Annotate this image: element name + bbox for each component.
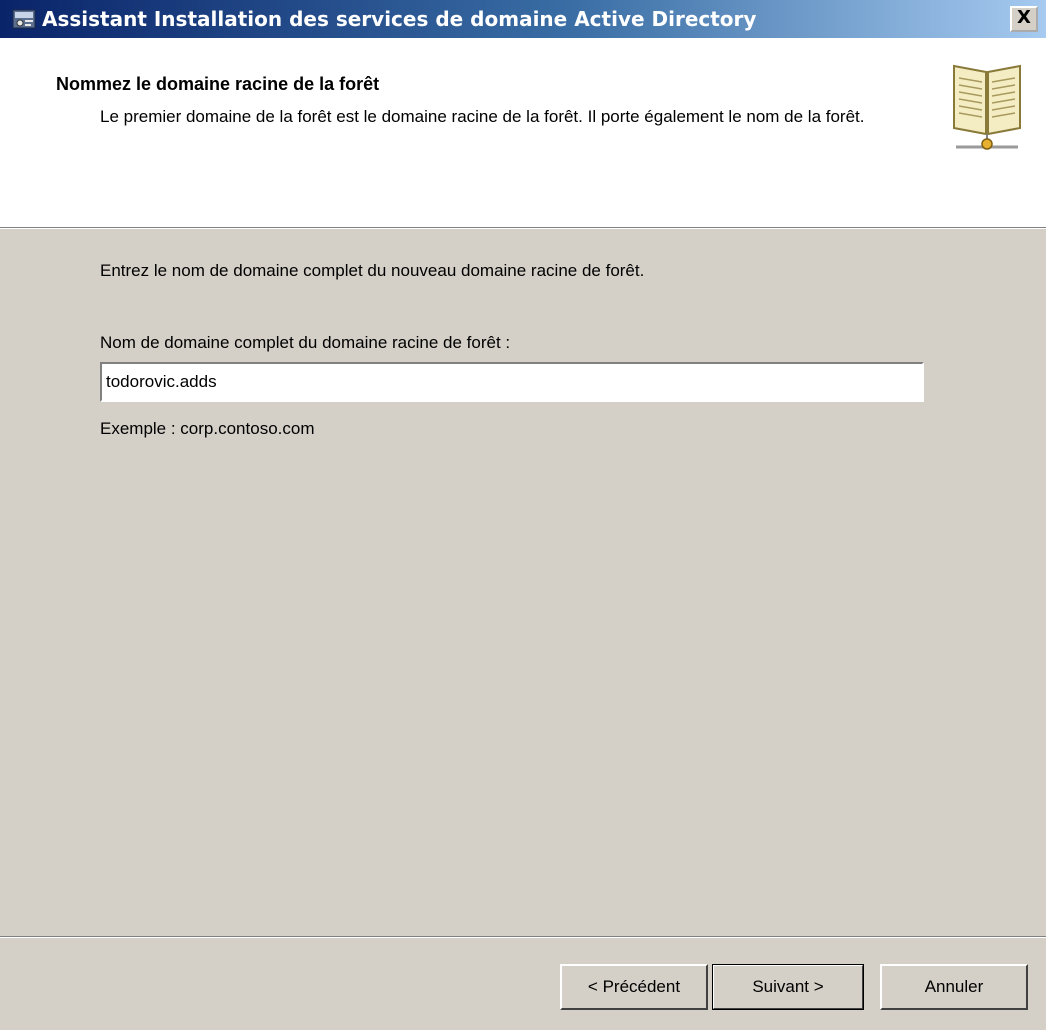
close-button[interactable]: X [1010, 6, 1038, 32]
wizard-header: Nommez le domaine racine de la forêt Le … [0, 38, 1046, 228]
title-bar[interactable]: Assistant Installation des services de d… [0, 0, 1046, 38]
intro-text: Entrez le nom de domaine complet du nouv… [100, 261, 645, 280]
page-description: Le premier domaine de la forêt est le do… [100, 107, 865, 126]
footer-divider [0, 936, 1046, 938]
wizard-content: Entrez le nom de domaine complet du nouv… [0, 229, 1046, 935]
fqdn-label: Nom de domaine complet du domaine racine… [100, 333, 511, 352]
close-icon: X [1017, 7, 1031, 28]
page-title: Nommez le domaine racine de la forêt [56, 74, 380, 94]
directory-book-icon [953, 64, 1021, 150]
fqdn-input[interactable] [100, 362, 924, 402]
window-title: Assistant Installation des services de d… [42, 7, 757, 31]
cancel-button[interactable]: Annuler [880, 964, 1028, 1010]
back-button[interactable]: < Précédent [560, 964, 708, 1010]
ad-wizard-icon [12, 9, 36, 29]
next-button[interactable]: Suivant > [712, 964, 864, 1010]
wizard-window: Assistant Installation des services de d… [0, 0, 1046, 1030]
example-text: Exemple : corp.contoso.com [100, 419, 315, 438]
